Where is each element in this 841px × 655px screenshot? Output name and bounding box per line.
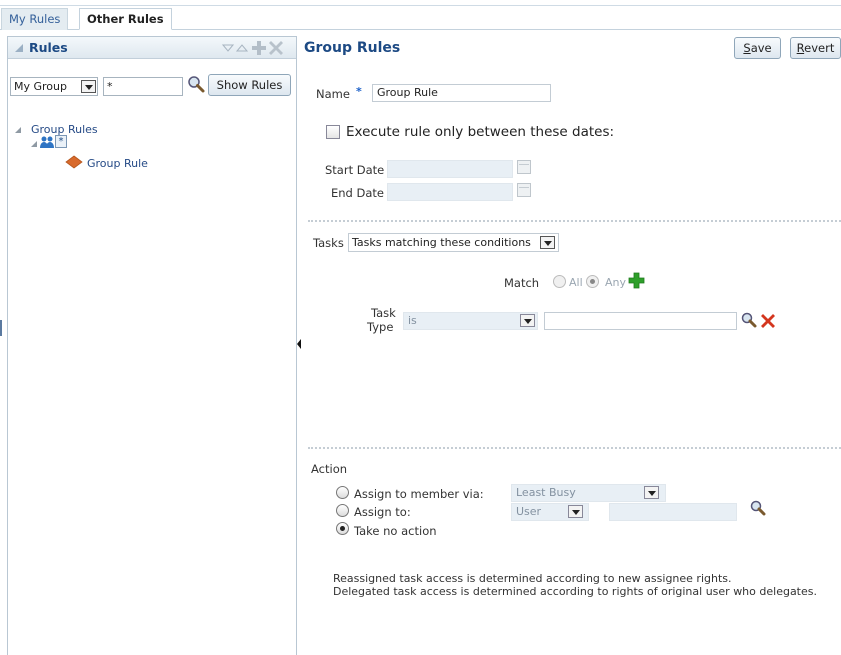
group-users-icon	[40, 136, 54, 148]
assign-to-radio[interactable]	[336, 504, 349, 517]
group-select[interactable]: My Group	[10, 77, 98, 96]
start-date-label: Start Date	[325, 163, 385, 177]
chevron-down-icon[interactable]	[540, 236, 555, 249]
section-divider	[308, 447, 841, 449]
page-title: Group Rules	[304, 40, 401, 56]
condition-field-label: Task	[371, 306, 396, 320]
assign-member-radio[interactable]	[336, 486, 349, 499]
condition-field-label-2: Type	[367, 320, 394, 334]
match-any-radio[interactable]	[586, 275, 599, 288]
tab-other-rules[interactable]: Other Rules	[79, 8, 172, 30]
end-date-label: End Date	[331, 186, 384, 200]
section-divider	[308, 220, 841, 222]
name-label: Name	[316, 87, 350, 101]
access-note-line-2: Delegated task access is determined acco…	[333, 585, 817, 598]
match-any-label: Any	[605, 276, 627, 289]
assign-to-label: Assign to:	[354, 505, 411, 519]
end-date-input[interactable]	[387, 183, 513, 201]
add-icon[interactable]	[251, 40, 267, 56]
assign-to-input[interactable]	[609, 503, 737, 521]
revert-button[interactable]: Revert	[790, 37, 841, 59]
take-no-action-radio[interactable]	[336, 522, 349, 535]
match-all-label: All	[569, 276, 583, 289]
rule-filter-input[interactable]: *	[103, 77, 183, 96]
expand-triangle-icon[interactable]	[14, 126, 22, 134]
move-up-icon[interactable]	[236, 43, 248, 53]
condition-value-input[interactable]	[544, 312, 737, 330]
delete-icon[interactable]	[268, 40, 284, 56]
tree-node-group-wildcard[interactable]: *	[55, 135, 67, 148]
name-input[interactable]: Group Rule	[372, 84, 551, 102]
expand-triangle-icon[interactable]	[30, 140, 38, 148]
access-note-line-1: Reassigned task access is determined acc…	[333, 572, 732, 585]
collapse-triangle-icon[interactable]	[14, 43, 24, 53]
match-label: Match	[504, 276, 540, 290]
calendar-icon[interactable]	[517, 160, 531, 174]
tree-node-group-rule[interactable]: Group Rule	[87, 157, 148, 170]
execute-between-dates-checkbox[interactable]	[326, 125, 340, 139]
tasks-label: Tasks	[313, 236, 344, 250]
calendar-icon[interactable]	[517, 183, 531, 197]
rule-diamond-icon	[65, 155, 83, 169]
condition-operator-select[interactable]: is	[403, 312, 538, 330]
execute-between-dates-label: Execute rule only between these dates:	[346, 124, 615, 140]
splitter-collapse-icon[interactable]	[296, 337, 302, 351]
rules-panel-header: Rules	[8, 37, 296, 59]
save-button[interactable]: Save	[734, 37, 781, 59]
take-no-action-label: Take no action	[354, 524, 437, 538]
assign-member-label: Assign to member via:	[354, 487, 484, 501]
tab-my-rules[interactable]: My Rules	[1, 8, 69, 30]
rules-panel-title: Rules	[29, 40, 68, 55]
match-all-radio[interactable]	[553, 275, 566, 288]
add-condition-icon[interactable]	[628, 272, 646, 290]
chevron-down-icon[interactable]	[568, 505, 583, 518]
delete-condition-icon[interactable]	[760, 313, 776, 329]
show-rules-button[interactable]: Show Rules	[208, 74, 291, 96]
search-icon[interactable]	[749, 500, 767, 518]
search-icon[interactable]	[740, 312, 758, 330]
search-icon[interactable]	[186, 75, 206, 95]
left-edge-handle[interactable]	[0, 320, 2, 336]
chevron-down-icon[interactable]	[520, 314, 535, 327]
required-marker: *	[356, 85, 362, 98]
start-date-input[interactable]	[387, 160, 513, 178]
tasks-select[interactable]: Tasks matching these conditions	[348, 233, 559, 252]
chevron-down-icon[interactable]	[644, 486, 659, 499]
action-label: Action	[311, 462, 348, 476]
assign-to-type-select[interactable]: User	[511, 503, 589, 521]
rules-panel: Rules My Group * Show Rules Group Rules …	[7, 36, 297, 655]
assign-member-select[interactable]: Least Busy	[511, 484, 666, 502]
chevron-down-icon[interactable]	[81, 80, 96, 93]
move-down-icon[interactable]	[222, 43, 234, 53]
